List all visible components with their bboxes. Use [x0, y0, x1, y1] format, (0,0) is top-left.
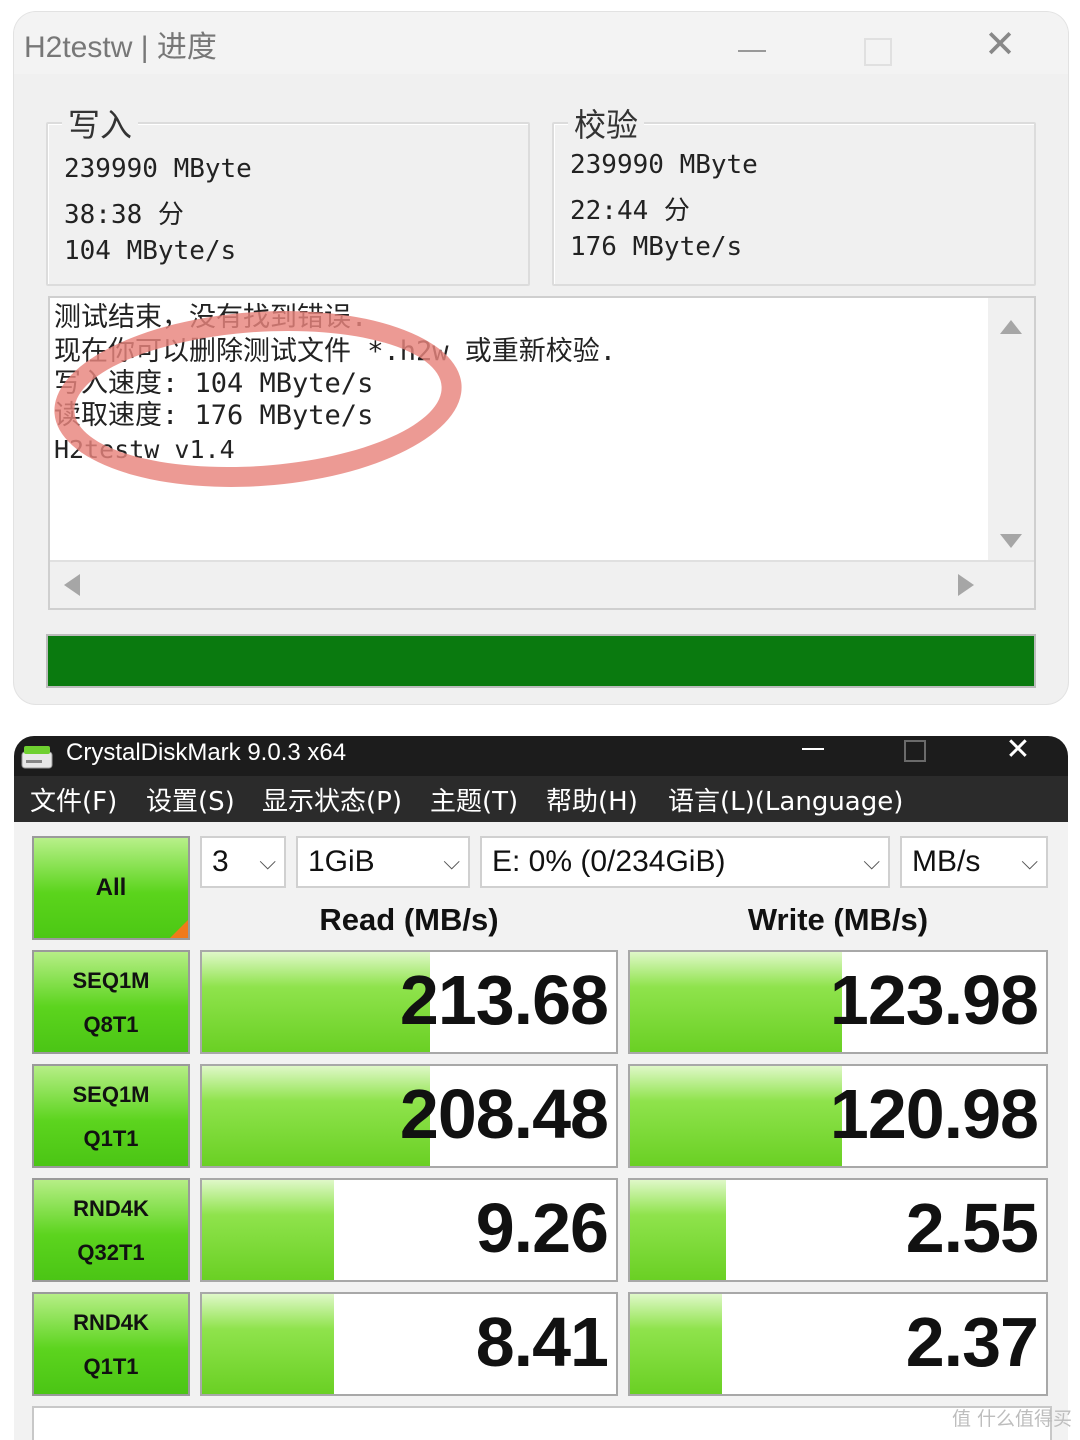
write-size: 239990 MByte	[64, 154, 252, 184]
write-bar	[630, 1294, 722, 1394]
window-title: CrystalDiskMark 9.0.3 x64	[66, 739, 347, 766]
scroll-right-icon[interactable]	[958, 574, 974, 596]
scroll-left-icon[interactable]	[64, 574, 80, 596]
verify-group: 校验 239990 MByte 22:44 分 176 MByte/s	[552, 100, 1036, 286]
read-value: 9.26	[475, 1189, 609, 1267]
write-value: 2.55	[905, 1189, 1039, 1267]
minimize-button[interactable]	[734, 26, 774, 66]
h2testw-window: H2testw | 进度 ✕ 写入 239990 MByte 38:38 分 1…	[14, 12, 1068, 704]
progress-fill	[48, 636, 1034, 686]
test-button-line2: Q1T1	[83, 1354, 139, 1379]
write-value: 2.37	[905, 1303, 1039, 1381]
test-button-rnd4k-q1t1[interactable]: RND4K Q1T1	[32, 1292, 190, 1396]
scroll-down-icon[interactable]	[1000, 534, 1022, 548]
verify-group-title: 校验	[568, 100, 645, 146]
progress-bar	[46, 634, 1036, 688]
test-button-line1: SEQ1M	[72, 1082, 150, 1107]
watermark: 值 什么值得买	[952, 1408, 1073, 1430]
read-bar	[202, 1180, 335, 1280]
verify-size: 239990 MByte	[570, 150, 758, 180]
write-result: 120.98	[628, 1064, 1048, 1168]
read-value: 8.41	[475, 1303, 609, 1381]
write-group-title: 写入	[62, 100, 139, 146]
write-time: 38:38 分	[64, 200, 184, 230]
close-button[interactable]: ✕	[998, 736, 1038, 776]
menu-file[interactable]: 文件(F)	[30, 781, 117, 818]
crystaldiskmark-window: CrystalDiskMark 9.0.3 x64 ✕ 文件(F) 设置(S) …	[14, 736, 1068, 1440]
write-bar	[630, 1180, 726, 1280]
maximize-button[interactable]	[900, 736, 940, 776]
write-group: 写入 239990 MByte 38:38 分 104 MByte/s	[46, 100, 530, 286]
test-button-seq1m-q8t1[interactable]: SEQ1M Q8T1	[32, 950, 190, 1054]
close-button[interactable]: ✕	[980, 25, 1020, 66]
window-title: H2testw | 进度	[24, 31, 217, 64]
read-result: 9.26	[200, 1178, 618, 1282]
write-value: 123.98	[829, 961, 1039, 1039]
read-result: 213.68	[200, 950, 618, 1054]
read-bar	[202, 1294, 335, 1394]
close-icon: ✕	[1005, 736, 1031, 767]
test-size-value: 1GiB	[308, 845, 375, 878]
test-button-line1: SEQ1M	[72, 968, 150, 993]
comment-field[interactable]	[32, 1406, 1052, 1440]
vertical-scrollbar[interactable]	[988, 298, 1034, 560]
corner-marker	[170, 920, 188, 938]
menu-settings[interactable]: 设置(S)	[146, 781, 235, 818]
chevron-down-icon: ⌵	[863, 849, 880, 874]
menu-language[interactable]: 语言(L)(Language)	[668, 781, 903, 818]
chevron-down-icon: ⌵	[443, 849, 460, 874]
menu-help[interactable]: 帮助(H)	[546, 781, 638, 818]
horizontal-scrollbar[interactable]	[50, 560, 1034, 608]
read-value: 213.68	[399, 961, 609, 1039]
disk-icon	[21, 746, 53, 769]
chevron-down-icon: ⌵	[259, 849, 276, 874]
test-button-rnd4k-q32t1[interactable]: RND4K Q32T1	[32, 1178, 190, 1282]
menu-theme[interactable]: 主题(T)	[430, 781, 518, 818]
write-speed: 104 MByte/s	[64, 236, 237, 266]
drive-select[interactable]: E: 0% (0/234GiB) ⌵	[480, 836, 890, 888]
maximize-button[interactable]	[860, 26, 900, 66]
read-bar	[202, 1066, 430, 1166]
all-button-label: All	[95, 874, 127, 901]
write-header: Write (MB/s)	[747, 902, 929, 937]
test-size-select[interactable]: 1GiB ⌵	[296, 836, 470, 888]
write-result: 2.37	[628, 1292, 1048, 1396]
read-bar	[202, 952, 430, 1052]
close-icon: ✕	[984, 22, 1016, 66]
test-button-line2: Q1T1	[83, 1126, 139, 1151]
test-button-line2: Q8T1	[83, 1012, 139, 1037]
log-textbox[interactable]: 测试结束，没有找到错误. 现在你可以删除测试文件 *.h2w 或重新校验. 写入…	[48, 296, 1036, 610]
test-button-line1: RND4K	[73, 1310, 149, 1335]
unit-select[interactable]: MB/s ⌵	[900, 836, 1048, 888]
verify-speed: 176 MByte/s	[570, 232, 743, 262]
write-bar	[630, 952, 843, 1052]
write-result: 123.98	[628, 950, 1048, 1054]
menu-bar: 文件(F) 设置(S) 显示状态(P) 主题(T) 帮助(H) 语言(L)(La…	[14, 776, 1068, 822]
test-button-line1: RND4K	[73, 1196, 149, 1221]
read-value: 208.48	[399, 1075, 609, 1153]
all-button[interactable]: All	[32, 836, 190, 940]
read-result: 208.48	[200, 1064, 618, 1168]
h2testw-titlebar[interactable]: H2testw | 进度 ✕	[14, 12, 1068, 74]
read-header: Read (MB/s)	[319, 902, 499, 937]
read-result: 8.41	[200, 1292, 618, 1396]
cdm-titlebar[interactable]: CrystalDiskMark 9.0.3 x64 ✕	[14, 736, 1068, 776]
drive-value: E: 0% (0/234GiB)	[492, 845, 726, 878]
verify-time: 22:44 分	[570, 196, 690, 226]
menu-display-status[interactable]: 显示状态(P)	[262, 781, 402, 818]
scroll-up-icon[interactable]	[1000, 320, 1022, 334]
test-count-value: 3	[212, 845, 229, 878]
write-value: 120.98	[829, 1075, 1039, 1153]
test-button-seq1m-q1t1[interactable]: SEQ1M Q1T1	[32, 1064, 190, 1168]
test-count-select[interactable]: 3 ⌵	[200, 836, 286, 888]
test-button-line2: Q32T1	[77, 1240, 145, 1265]
minimize-button[interactable]	[798, 736, 838, 776]
unit-value: MB/s	[912, 845, 981, 878]
chevron-down-icon: ⌵	[1021, 849, 1038, 874]
write-bar	[630, 1066, 843, 1166]
write-result: 2.55	[628, 1178, 1048, 1282]
